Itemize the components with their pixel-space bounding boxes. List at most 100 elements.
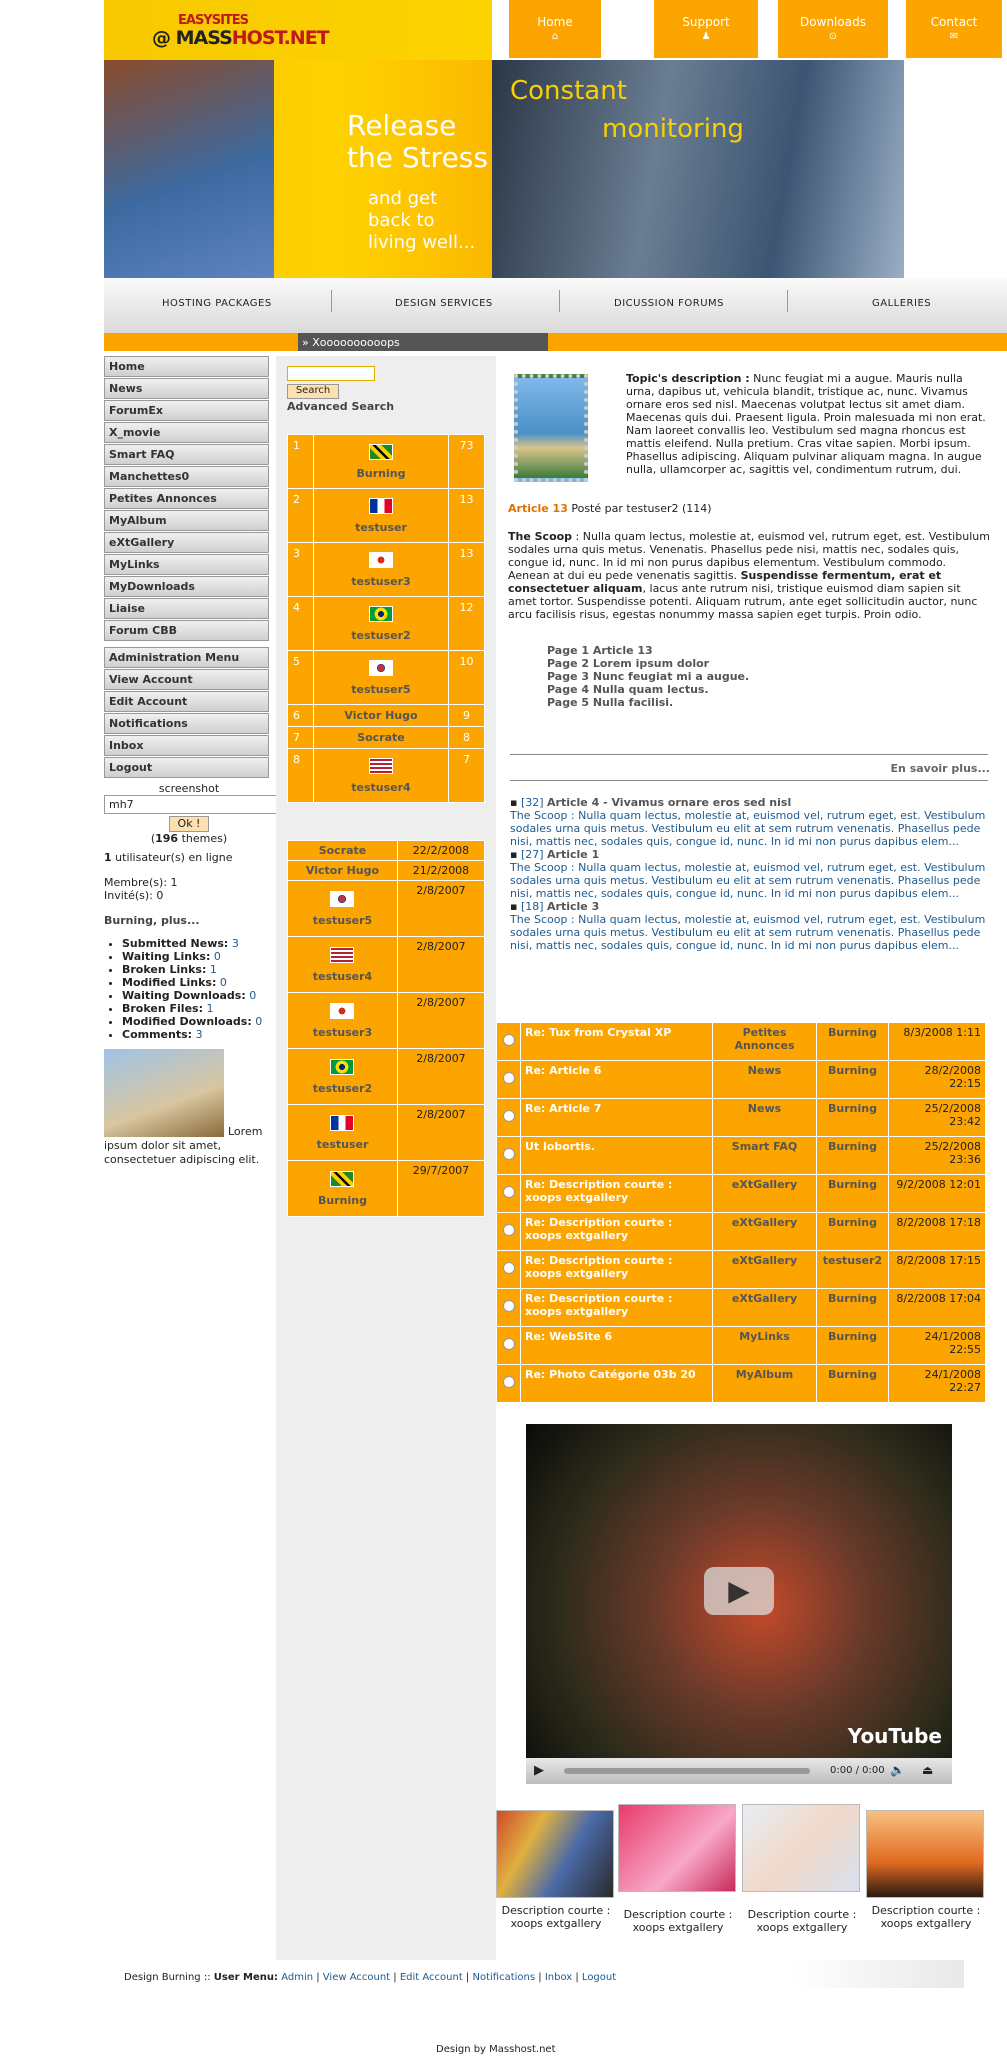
footer-link[interactable]: Inbox: [545, 1972, 572, 1983]
user-menu-item[interactable]: Inbox: [104, 735, 269, 756]
user-menu-item[interactable]: Logout: [104, 757, 269, 778]
gallery-thumb[interactable]: [496, 1810, 614, 1898]
member-name[interactable]: Victor Hugo: [287, 860, 398, 881]
topic-link[interactable]: Re: Description courte : xoops extgaller…: [520, 1288, 713, 1327]
fullscreen-icon[interactable]: ⏏: [922, 1763, 933, 1777]
menu-item[interactable]: eXtGallery: [104, 532, 269, 553]
footer-link[interactable]: Admin: [281, 1972, 313, 1983]
ok-button[interactable]: Ok !: [169, 816, 209, 832]
menu-item[interactable]: X_movie: [104, 422, 269, 443]
gallery-thumb[interactable]: [866, 1810, 984, 1898]
gallery-thumb[interactable]: [742, 1804, 860, 1892]
stat-item[interactable]: Modified Downloads: 0: [122, 1015, 274, 1028]
menu-item[interactable]: News: [104, 378, 269, 399]
member-name[interactable]: Burning: [318, 1194, 367, 1207]
related-title[interactable]: Article 4 - Vivamus ornare eros sed nisl: [547, 796, 791, 809]
poster-name[interactable]: testuser2: [351, 629, 410, 642]
play-icon[interactable]: ▶: [704, 1567, 774, 1615]
mainnav-hosting[interactable]: HOSTING PACKAGES: [162, 298, 272, 309]
mainnav-forums[interactable]: DICUSSION FORUMS: [614, 298, 724, 309]
search-button[interactable]: Search: [287, 384, 339, 399]
topic-link[interactable]: Re: WebSite 6: [520, 1326, 713, 1365]
user-menu-item[interactable]: Edit Account: [104, 691, 269, 712]
read-more-link[interactable]: En savoir plus...: [891, 762, 990, 775]
france-flag-icon: [330, 1114, 355, 1131]
member-name[interactable]: testuser4: [313, 970, 372, 983]
page-link[interactable]: Page 2 Lorem ipsum dolor: [547, 657, 749, 670]
nav-home[interactable]: Home ⌂: [509, 0, 601, 58]
waiting-content-list: Submitted News: 3 Waiting Links: 0 Broke…: [122, 937, 274, 1041]
related-title[interactable]: Article 1: [547, 848, 599, 861]
member-name[interactable]: testuser: [317, 1138, 369, 1151]
member-name[interactable]: testuser3: [313, 1026, 372, 1039]
article-title[interactable]: Article 13: [508, 502, 568, 515]
mainnav-galleries[interactable]: GALLERIES: [872, 298, 931, 309]
camel-image[interactable]: [104, 1049, 224, 1137]
poster-name[interactable]: testuser5: [351, 683, 410, 696]
stat-item[interactable]: Broken Files: 1: [122, 1002, 274, 1015]
menu-item[interactable]: Liaise: [104, 598, 269, 619]
related-title[interactable]: Article 3: [547, 900, 599, 913]
volume-icon[interactable]: 🔈: [890, 1763, 905, 1777]
menu-item[interactable]: MyLinks: [104, 554, 269, 575]
footer-link[interactable]: Edit Account: [400, 1972, 463, 1983]
gallery-thumb[interactable]: [618, 1804, 736, 1892]
nav-downloads[interactable]: Downloads ⊙: [778, 0, 888, 58]
table-row: Ut lobortis. Smart FAQ Burning 25/2/2008 23…: [496, 1136, 986, 1175]
footer-link[interactable]: View Account: [323, 1972, 390, 1983]
user-menu-item[interactable]: View Account: [104, 669, 269, 690]
member-name[interactable]: Socrate: [287, 840, 398, 861]
menu-item[interactable]: MyAlbum: [104, 510, 269, 531]
poster-name[interactable]: testuser: [355, 521, 407, 534]
member-name[interactable]: testuser5: [313, 914, 372, 927]
stat-item[interactable]: Broken Links: 1: [122, 963, 274, 976]
video-time: 0:00 / 0:00: [830, 1765, 885, 1776]
nav-contact[interactable]: Contact ✉: [906, 0, 1002, 58]
search-input[interactable]: [287, 366, 375, 381]
stat-item[interactable]: Comments: 3: [122, 1028, 274, 1041]
topic-link[interactable]: Re: Description courte : xoops extgaller…: [520, 1212, 713, 1251]
member-name[interactable]: testuser2: [313, 1082, 372, 1095]
page-link[interactable]: Page 5 Nulla facilisi.: [547, 696, 749, 709]
stat-item[interactable]: Submitted News: 3: [122, 937, 274, 950]
site-logo[interactable]: EASYSITES @ MASSHOST.NET: [104, 0, 492, 60]
user-menu-item[interactable]: Administration Menu: [104, 647, 269, 668]
menu-item[interactable]: MyDownloads: [104, 576, 269, 597]
menu-item[interactable]: Smart FAQ: [104, 444, 269, 465]
footer-link[interactable]: Logout: [582, 1972, 616, 1983]
menu-item[interactable]: Home: [104, 356, 269, 377]
page-link[interactable]: Page 4 Nulla quam lectus.: [547, 683, 749, 696]
topic-link[interactable]: Re: Photo Catégorie 03b 20: [520, 1364, 713, 1403]
menu-item[interactable]: ForumEx: [104, 400, 269, 421]
page-link[interactable]: Page 3 Nunc feugiat mi a augue.: [547, 670, 749, 683]
mainnav-design[interactable]: DESIGN SERVICES: [395, 298, 493, 309]
play-button-icon[interactable]: ▶: [534, 1763, 544, 1778]
topic-link[interactable]: Re: Tux from Crystal XP: [520, 1022, 713, 1061]
footer-link[interactable]: Notifications: [472, 1972, 535, 1983]
ticker[interactable]: » Xoooooooooops: [298, 333, 548, 351]
user-menu-item[interactable]: Notifications: [104, 713, 269, 734]
theme-select[interactable]: mh7 ▼: [104, 795, 302, 814]
poster-name[interactable]: Socrate: [357, 731, 405, 744]
video-player[interactable]: ▶ YouTube ▶ 0:00 / 0:00 🔈 ⏏: [526, 1424, 952, 1784]
topic-link[interactable]: Re: Article 7: [520, 1098, 713, 1137]
topic-link[interactable]: Ut lobortis.: [520, 1136, 713, 1175]
menu-item[interactable]: Manchettes0: [104, 466, 269, 487]
guests-count: Invité(s): 0: [104, 889, 164, 902]
topic-link[interactable]: Re: Description courte : xoops extgaller…: [520, 1174, 713, 1213]
stat-item[interactable]: Waiting Downloads: 0: [122, 989, 274, 1002]
seek-bar[interactable]: [564, 1768, 810, 1774]
poster-name[interactable]: testuser4: [351, 781, 410, 794]
topic-link[interactable]: Re: Article 6: [520, 1060, 713, 1099]
menu-item[interactable]: Forum CBB: [104, 620, 269, 641]
page-link[interactable]: Page 1 Article 13: [547, 644, 749, 657]
stat-item[interactable]: Waiting Links: 0: [122, 950, 274, 963]
advanced-search-link[interactable]: Advanced Search: [287, 400, 394, 413]
poster-name[interactable]: testuser3: [351, 575, 410, 588]
menu-item[interactable]: Petites Annonces: [104, 488, 269, 509]
nav-support[interactable]: Support ♟: [654, 0, 758, 58]
stat-item[interactable]: Modified Links: 0: [122, 976, 274, 989]
poster-name[interactable]: Burning: [357, 467, 406, 480]
topic-link[interactable]: Re: Description courte : xoops extgaller…: [520, 1250, 713, 1289]
poster-name[interactable]: Victor Hugo: [344, 709, 417, 722]
